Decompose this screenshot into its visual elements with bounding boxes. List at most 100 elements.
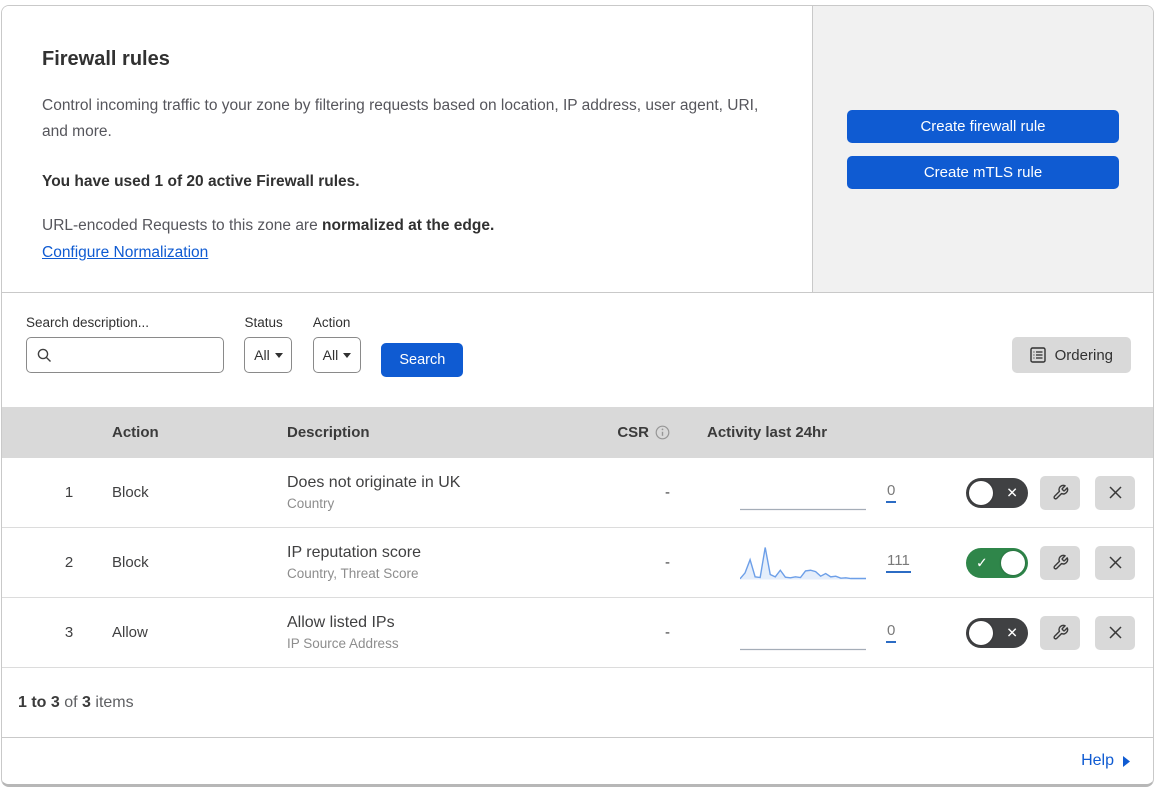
search-button[interactable]: Search bbox=[381, 343, 464, 377]
rule-enable-toggle[interactable]: ✓ ✕ bbox=[966, 547, 1028, 578]
action-dropdown[interactable]: All bbox=[312, 337, 361, 373]
search-label: Search description... bbox=[26, 315, 150, 330]
activity-count-link[interactable]: 0 bbox=[886, 482, 897, 503]
delete-rule-button[interactable] bbox=[1095, 545, 1135, 580]
intro-panel: Firewall rules Control incoming traffic … bbox=[2, 6, 812, 292]
search-icon bbox=[37, 348, 51, 362]
edit-rule-button[interactable] bbox=[1040, 475, 1080, 510]
action-value: All bbox=[322, 347, 339, 363]
status-dropdown[interactable]: All bbox=[244, 337, 293, 373]
rule-controls: ✓ ✕ bbox=[917, 545, 1135, 580]
items-label: items bbox=[95, 694, 134, 711]
rule-priority: 1 bbox=[64, 484, 74, 501]
rule-controls: ✓ ✕ bbox=[917, 615, 1135, 650]
rule-activity-cell: 0 bbox=[670, 474, 917, 512]
create-firewall-rule-button[interactable]: Create firewall rule bbox=[847, 109, 1119, 143]
rule-description-cell: IP reputation score Country, Threat Scor… bbox=[287, 544, 607, 581]
ordering-list-icon bbox=[1029, 347, 1046, 363]
rule-controls: ✓ ✕ bbox=[917, 475, 1135, 510]
wrench-icon bbox=[1052, 554, 1068, 570]
ordering-button-label: Ordering bbox=[1054, 346, 1113, 364]
wrench-icon bbox=[1052, 484, 1068, 500]
activity-sparkline bbox=[740, 508, 866, 510]
rule-description: Allow listed IPs bbox=[287, 614, 395, 631]
toggle-x-icon: ✕ bbox=[1006, 484, 1018, 501]
delete-rule-button[interactable] bbox=[1095, 475, 1135, 510]
table-row: 3 Allow Allow listed IPs IP Source Addre… bbox=[2, 598, 1153, 668]
search-button-group: Search bbox=[381, 342, 464, 377]
edit-rule-button[interactable] bbox=[1040, 615, 1080, 650]
activity-count-link[interactable]: 0 bbox=[886, 622, 897, 643]
rule-enable-toggle[interactable]: ✓ ✕ bbox=[966, 617, 1028, 648]
toggle-knob bbox=[969, 480, 993, 505]
description-column-header: Description bbox=[287, 424, 370, 441]
info-icon[interactable] bbox=[655, 425, 670, 440]
csr-column-header: CSR bbox=[607, 424, 670, 441]
status-label: Status bbox=[244, 315, 283, 330]
configure-normalization-link[interactable]: Configure Normalization bbox=[42, 244, 208, 261]
normalization-text: URL-encoded Requests to this zone are bbox=[42, 217, 323, 234]
rule-action: Block bbox=[112, 554, 149, 571]
actions-panel: Create firewall rule Create mTLS rule bbox=[812, 6, 1153, 292]
toggle-check-icon: ✓ bbox=[976, 554, 988, 571]
normalization-note: URL-encoded Requests to this zone are no… bbox=[42, 217, 772, 235]
normalization-bold-text: normalized at the edge. bbox=[322, 217, 495, 234]
rule-action: Allow bbox=[112, 624, 148, 641]
toggle-knob bbox=[969, 620, 993, 645]
chevron-down-icon bbox=[274, 352, 283, 358]
item-total: 3 bbox=[82, 694, 91, 711]
status-value: All bbox=[254, 347, 270, 363]
top-section: Firewall rules Control incoming traffic … bbox=[2, 6, 1153, 293]
table-row: 2 Block IP reputation score Country, Thr… bbox=[2, 528, 1153, 598]
rule-description: IP reputation score bbox=[287, 544, 422, 561]
action-column-header: Action bbox=[112, 424, 159, 441]
rule-activity-cell: 0 bbox=[670, 614, 917, 652]
csr-header-label: CSR bbox=[617, 424, 649, 441]
filter-bar: Search description... Status All Action … bbox=[2, 293, 1153, 407]
help-link[interactable]: Help bbox=[1081, 752, 1131, 770]
help-bar: Help bbox=[2, 737, 1153, 784]
rule-description-cell: Allow listed IPs IP Source Address bbox=[287, 614, 607, 651]
action-label: Action bbox=[312, 315, 351, 330]
create-mtls-rule-button[interactable]: Create mTLS rule bbox=[847, 155, 1119, 189]
rule-priority: 3 bbox=[64, 624, 74, 641]
table-row: 1 Block Does not originate in UK Country… bbox=[2, 458, 1153, 528]
toggle-knob bbox=[1001, 550, 1025, 575]
chevron-down-icon bbox=[343, 352, 352, 358]
table-header: Action Description CSR Activity last 24h… bbox=[2, 407, 1153, 458]
of-label: of bbox=[64, 694, 78, 711]
firewall-rules-card: Firewall rules Control incoming traffic … bbox=[1, 5, 1154, 787]
status-group: Status All bbox=[244, 315, 293, 373]
usage-summary: You have used 1 of 20 active Firewall ru… bbox=[42, 173, 360, 190]
item-range: 1 to 3 bbox=[18, 694, 60, 711]
action-group: Action All bbox=[312, 315, 361, 373]
wrench-icon bbox=[1052, 624, 1068, 640]
rule-enable-toggle[interactable]: ✓ ✕ bbox=[966, 477, 1028, 508]
help-link-label: Help bbox=[1081, 752, 1114, 769]
delete-rule-button[interactable] bbox=[1095, 615, 1135, 650]
edit-rule-button[interactable] bbox=[1040, 545, 1080, 580]
search-input[interactable] bbox=[60, 347, 213, 363]
rule-fields: Country bbox=[287, 496, 335, 511]
rule-csr-value: - bbox=[665, 624, 670, 641]
activity-sparkline bbox=[740, 546, 866, 579]
search-group: Search description... bbox=[26, 315, 224, 373]
close-icon bbox=[1108, 626, 1122, 639]
activity-sparkline bbox=[740, 648, 866, 650]
search-box bbox=[26, 337, 224, 373]
ordering-button[interactable]: Ordering bbox=[1011, 337, 1131, 373]
rule-action: Block bbox=[112, 484, 149, 501]
rule-csr-value: - bbox=[665, 554, 670, 571]
rule-activity-cell: 111 bbox=[670, 544, 917, 582]
rule-description-cell: Does not originate in UK Country bbox=[287, 474, 607, 511]
chevron-right-icon bbox=[1123, 755, 1130, 767]
activity-column-header: Activity last 24hr bbox=[707, 424, 828, 441]
activity-count-link[interactable]: 111 bbox=[886, 552, 911, 573]
rule-csr-value: - bbox=[665, 484, 670, 501]
close-icon bbox=[1108, 486, 1122, 499]
rule-priority: 2 bbox=[64, 554, 74, 571]
toggle-x-icon: ✕ bbox=[1006, 624, 1018, 641]
rule-fields: Country, Threat Score bbox=[287, 566, 419, 581]
page-title: Firewall rules bbox=[42, 48, 170, 70]
rule-fields: IP Source Address bbox=[287, 636, 399, 651]
